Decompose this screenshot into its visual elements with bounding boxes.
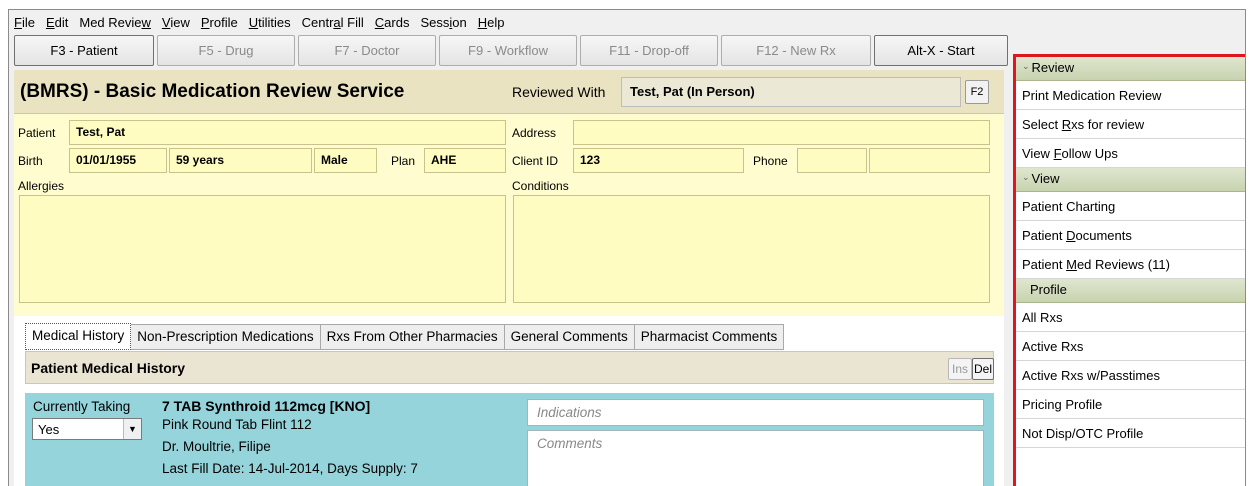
delete-button[interactable]: Del bbox=[972, 358, 994, 380]
allergies-label: Allergies bbox=[18, 179, 65, 193]
gender-field[interactable]: Male bbox=[314, 148, 377, 173]
drug-name: 7 TAB Synthroid 112mcg [KNO] bbox=[162, 398, 371, 414]
drug-description: Pink Round Tab Flint 112 bbox=[162, 417, 312, 432]
main-content: (BMRS) - Basic Medication Review Service… bbox=[14, 70, 1004, 486]
last-fill-info: Last Fill Date: 14-Jul-2014, Days Supply… bbox=[162, 461, 418, 476]
tab-medical-history[interactable]: Medical History bbox=[25, 323, 132, 350]
client-id-field[interactable]: 123 bbox=[573, 148, 744, 173]
prescribing-doctor: Dr. Moultrie, Filipe bbox=[162, 439, 271, 454]
workflow-button[interactable]: F9 - Workflow bbox=[439, 35, 577, 66]
allergies-field[interactable] bbox=[19, 195, 506, 303]
f2-button[interactable]: F2 bbox=[965, 80, 989, 104]
collapse-chevron-icon: ⌄ bbox=[1022, 61, 1030, 71]
age-field[interactable]: 59 years bbox=[169, 148, 312, 173]
patient-med-reviews-link[interactable]: Patient Med Reviews (11) bbox=[1016, 250, 1245, 279]
active-rxs-passtimes-link[interactable]: Active Rxs w/Passtimes bbox=[1016, 361, 1245, 390]
menu-central-fill[interactable]: Central Fill bbox=[302, 15, 364, 30]
menu-profile[interactable]: Profile bbox=[201, 15, 238, 30]
medical-history-title: Patient Medical History bbox=[31, 360, 186, 376]
tab-pharmacist-comments[interactable]: Pharmacist Comments bbox=[634, 324, 785, 350]
dropdown-arrow-icon[interactable]: ▼ bbox=[123, 419, 141, 439]
start-button[interactable]: Alt-X - Start bbox=[874, 35, 1008, 66]
drop-off-button[interactable]: F11 - Drop-off bbox=[580, 35, 718, 66]
view-section-header[interactable]: ⌄ View bbox=[1016, 168, 1245, 192]
action-side-panel: ⌄ Review Print Medication Review Select R… bbox=[1013, 54, 1245, 486]
print-medication-review-link[interactable]: Print Medication Review bbox=[1016, 81, 1245, 110]
insert-button[interactable]: Ins bbox=[948, 358, 972, 380]
service-title: (BMRS) - Basic Medication Review Service bbox=[20, 81, 405, 102]
reviewed-with-label: Reviewed With bbox=[512, 84, 606, 100]
all-rxs-link[interactable]: All Rxs bbox=[1016, 303, 1245, 332]
view-follow-ups-link[interactable]: View Follow Ups bbox=[1016, 139, 1245, 168]
address-label: Address bbox=[512, 126, 557, 140]
birth-label: Birth bbox=[18, 154, 43, 168]
patient-info-panel: Patient Test, Pat Address Birth 01/01/19… bbox=[14, 114, 1004, 316]
medical-history-header: Patient Medical History Ins Del bbox=[25, 351, 994, 384]
currently-taking-value: Yes bbox=[38, 422, 60, 437]
new-rx-button[interactable]: F12 - New Rx bbox=[721, 35, 871, 66]
patient-button[interactable]: F3 - Patient bbox=[14, 35, 154, 66]
phone-ext-field[interactable] bbox=[869, 148, 990, 173]
history-tabs: Medical History Non-Prescription Medicat… bbox=[25, 323, 785, 350]
patient-name-field[interactable]: Test, Pat bbox=[69, 120, 506, 145]
function-toolbar: F3 - Patient F5 - Drug F7 - Doctor F9 - … bbox=[14, 35, 1008, 66]
collapse-chevron-icon: ⌄ bbox=[1022, 172, 1030, 182]
tab-general-comments[interactable]: General Comments bbox=[504, 324, 635, 350]
phone-field[interactable] bbox=[797, 148, 867, 173]
client-id-label: Client ID bbox=[512, 154, 559, 168]
plan-label: Plan bbox=[391, 154, 416, 168]
medication-row[interactable]: Currently Taking Yes ▼ 7 TAB Synthroid 1… bbox=[25, 393, 994, 486]
menu-bar: File Edit Med Review View Profile Utilit… bbox=[9, 10, 1245, 34]
comments-field[interactable]: Comments bbox=[527, 430, 984, 486]
pricing-profile-link[interactable]: Pricing Profile bbox=[1016, 390, 1245, 419]
menu-utilities[interactable]: Utilities bbox=[249, 15, 291, 30]
menu-edit[interactable]: Edit bbox=[46, 15, 68, 30]
indications-field[interactable]: Indications bbox=[527, 399, 984, 426]
address-field[interactable] bbox=[573, 120, 990, 145]
birth-date-field[interactable]: 01/01/1955 bbox=[69, 148, 167, 173]
conditions-field[interactable] bbox=[513, 195, 990, 303]
conditions-label: Conditions bbox=[512, 179, 569, 193]
menu-help[interactable]: Help bbox=[478, 15, 505, 30]
patient-documents-link[interactable]: Patient Documents bbox=[1016, 221, 1245, 250]
menu-session[interactable]: Session bbox=[420, 15, 466, 30]
patient-label: Patient bbox=[18, 126, 56, 140]
menu-view[interactable]: View bbox=[162, 15, 190, 30]
select-rxs-for-review-link[interactable]: Select Rxs for review bbox=[1016, 110, 1245, 139]
tab-rxs-other-pharmacies[interactable]: Rxs From Other Pharmacies bbox=[320, 324, 505, 350]
not-disp-otc-profile-link[interactable]: Not Disp/OTC Profile bbox=[1016, 419, 1245, 448]
drug-button[interactable]: F5 - Drug bbox=[157, 35, 295, 66]
patient-charting-link[interactable]: Patient Charting bbox=[1016, 192, 1245, 221]
reviewed-with-field[interactable]: Test, Pat (In Person) bbox=[621, 77, 961, 107]
menu-file[interactable]: File bbox=[14, 15, 35, 30]
active-rxs-link[interactable]: Active Rxs bbox=[1016, 332, 1245, 361]
service-header: (BMRS) - Basic Medication Review Service… bbox=[14, 70, 1004, 114]
currently-taking-label: Currently Taking bbox=[33, 399, 131, 414]
menu-med-review[interactable]: Med Review bbox=[79, 15, 151, 30]
review-section-header[interactable]: ⌄ Review bbox=[1016, 57, 1245, 81]
doctor-button[interactable]: F7 - Doctor bbox=[298, 35, 436, 66]
profile-section-header[interactable]: Profile bbox=[1016, 279, 1245, 303]
tab-non-prescription[interactable]: Non-Prescription Medications bbox=[131, 324, 321, 350]
app-window: File Edit Med Review View Profile Utilit… bbox=[8, 9, 1246, 486]
menu-cards[interactable]: Cards bbox=[375, 15, 410, 30]
phone-label: Phone bbox=[753, 154, 788, 168]
currently-taking-select[interactable]: Yes ▼ bbox=[32, 418, 142, 440]
plan-field[interactable]: AHE bbox=[424, 148, 506, 173]
